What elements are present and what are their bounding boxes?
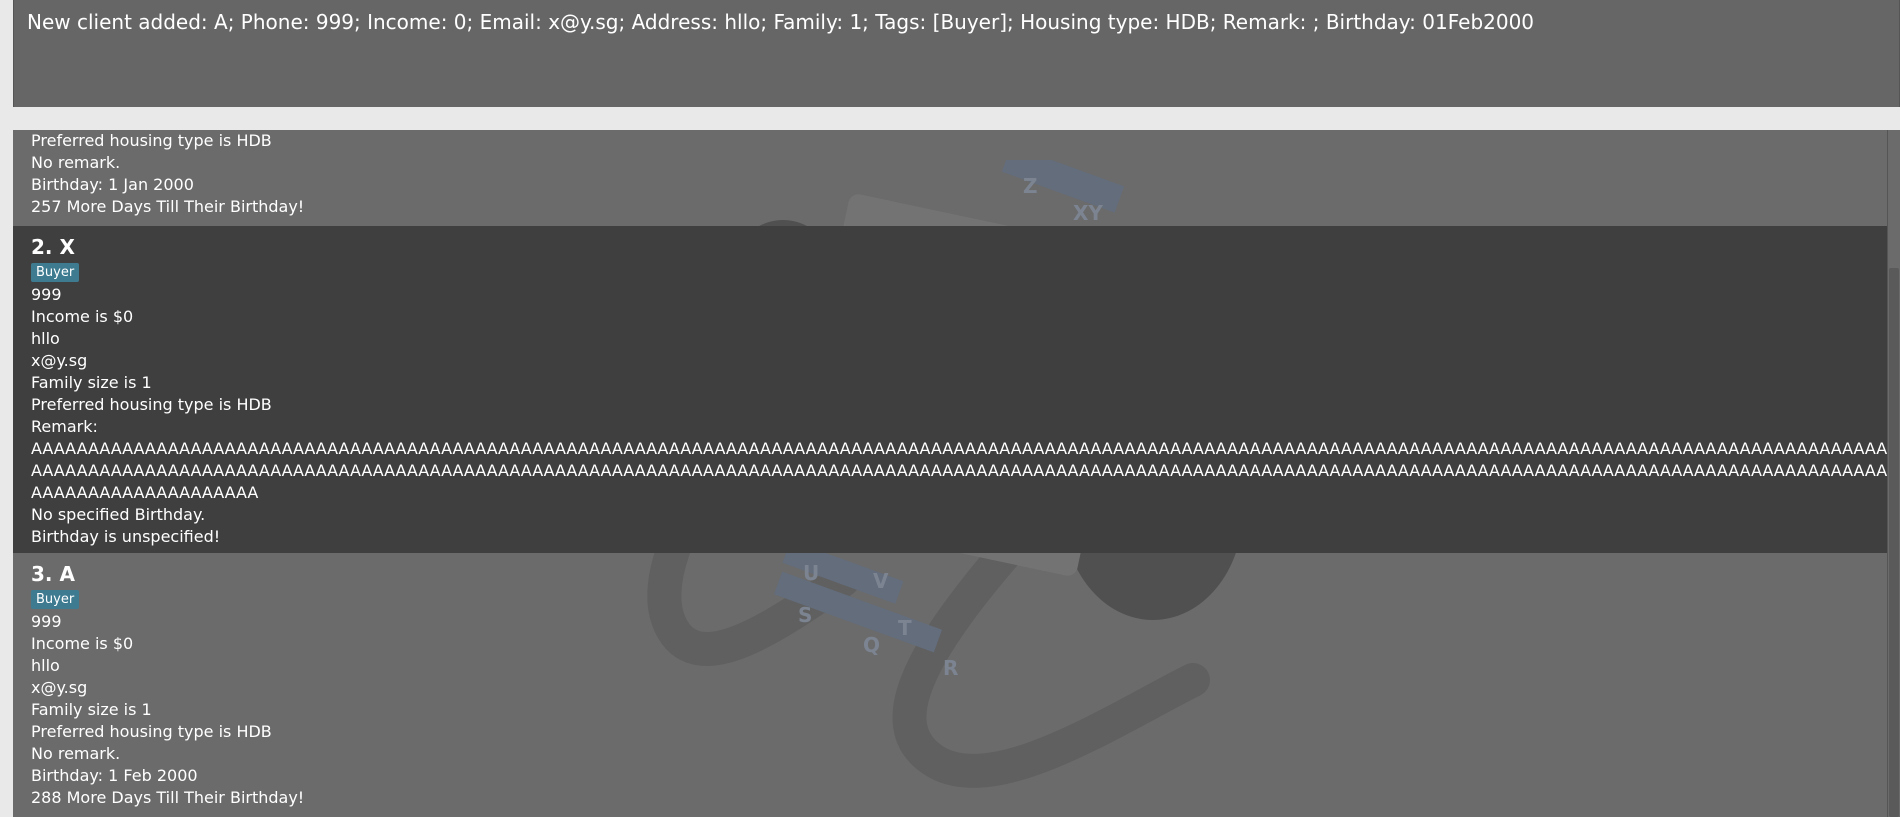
client-card-1[interactable]: Preferred housing type is HDB No remark.… (13, 130, 1887, 218)
birthday-countdown: 257 More Days Till Their Birthday! (31, 197, 305, 216)
client-card-2[interactable]: 2. X Buyer 999 Income is $0 hllo x@y.sg … (13, 226, 1887, 553)
housing-type: Preferred housing type is HDB (31, 395, 272, 414)
result-message: New client added: A; Phone: 999; Income:… (27, 10, 1535, 34)
birthday-countdown: 288 More Days Till Their Birthday! (31, 788, 305, 807)
address: hllo (31, 329, 60, 348)
email: x@y.sg (31, 351, 88, 370)
birthday: Birthday: 1 Feb 2000 (31, 766, 198, 785)
scrollbar-thumb[interactable] (1889, 268, 1899, 817)
remark: No remark. (31, 153, 121, 172)
remark: No remark. (31, 744, 121, 763)
birthday-countdown: Birthday is unspecified! (31, 527, 221, 546)
birthday: Birthday: 1 Jan 2000 (31, 175, 194, 194)
client-name: 2. X (31, 235, 75, 259)
housing-type: Preferred housing type is HDB (31, 131, 272, 150)
family-size: Family size is 1 (31, 373, 152, 392)
tag-badge: Buyer (31, 590, 80, 609)
client-card-3[interactable]: 3. A Buyer 999 Income is $0 hllo x@y.sg … (13, 553, 1887, 809)
phone: 999 (31, 285, 62, 304)
phone: 999 (31, 612, 62, 631)
family-size: Family size is 1 (31, 700, 152, 719)
income: Income is $0 (31, 634, 134, 653)
address: hllo (31, 656, 60, 675)
housing-type: Preferred housing type is HDB (31, 722, 272, 741)
email: x@y.sg (31, 678, 88, 697)
birthday: No specified Birthday. (31, 505, 206, 524)
remark-text: AAAAAAAAAAAAAAAAAAAAAAAAAAAAAAAAAAAAAAAA… (31, 439, 1887, 502)
tag-badge: Buyer (31, 263, 80, 282)
remark-label: Remark: (31, 417, 98, 436)
client-name: 3. A (31, 562, 75, 586)
result-display: New client added: A; Phone: 999; Income:… (13, 0, 1900, 107)
client-list-panel[interactable]: Z XY U V S T Q R Preferred housing type … (13, 130, 1887, 817)
income: Income is $0 (31, 307, 134, 326)
